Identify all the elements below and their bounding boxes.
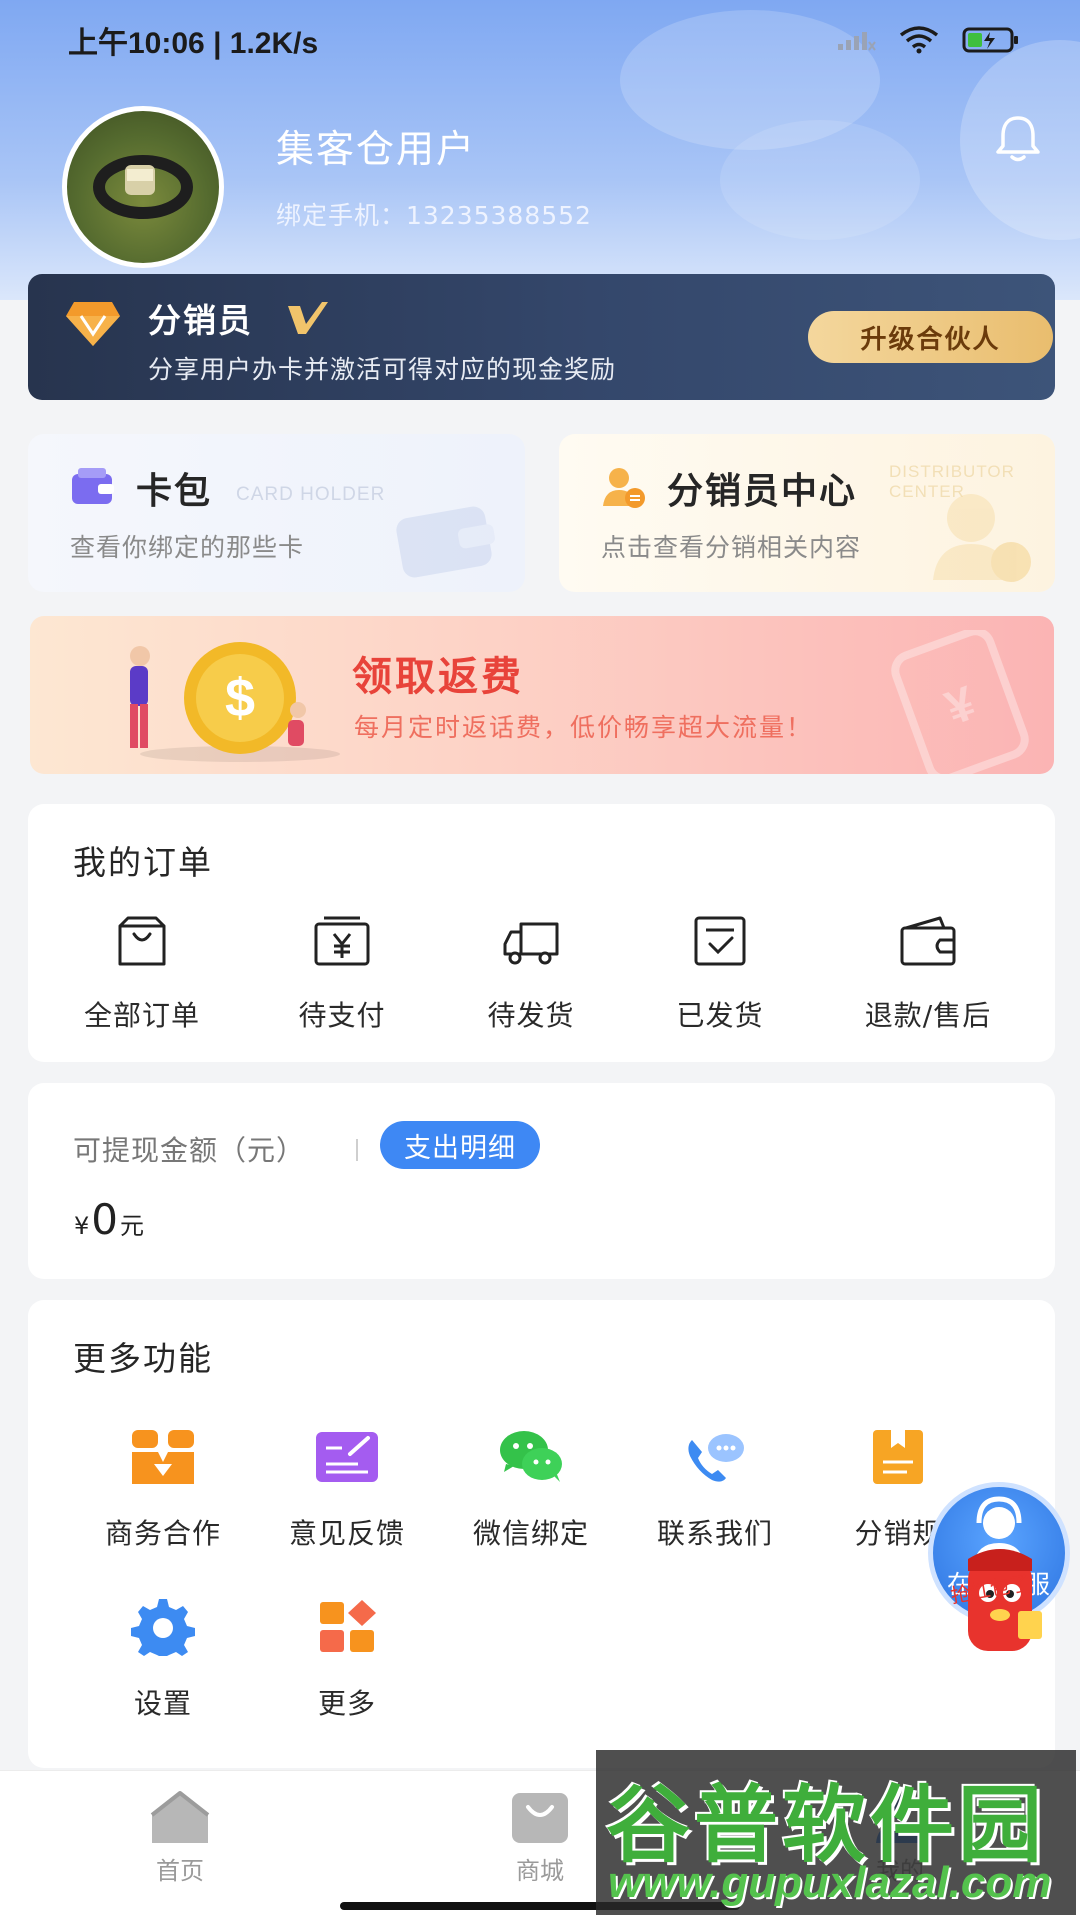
signal-icon: [838, 32, 876, 51]
withdrawable-balance-panel: 可提现金额（元） 支出明细 ¥0元: [28, 1083, 1055, 1279]
order-refund[interactable]: 退款/售后: [838, 916, 1018, 1034]
rebate-promo-banner[interactable]: $ 领取返费 每月定时返话费，低价畅享超大流量！ ¥: [30, 616, 1054, 774]
order-pending-payment[interactable]: 待支付: [252, 916, 432, 1034]
balance-label: 可提现金额（元）: [73, 1134, 306, 1167]
coin-illustration: $: [130, 642, 340, 762]
function-business-cooperation[interactable]: 商务合作: [78, 1428, 248, 1552]
user-badge-icon: [603, 468, 645, 508]
promo-description: 每月定时返话费，低价畅享超大流量！: [354, 713, 814, 742]
function-more[interactable]: 更多: [262, 1598, 432, 1722]
wallet-icon: [900, 916, 956, 966]
orders-title: 我的订单: [73, 843, 213, 882]
feedback-icon: [316, 1432, 378, 1482]
function-label: 意见反馈: [288, 1517, 405, 1550]
bound-phone: 绑定手机：13235388552: [276, 201, 592, 230]
currency-symbol: ¥: [74, 1212, 90, 1240]
home-icon: [150, 1791, 210, 1843]
upgrade-partner-button[interactable]: 升级合伙人: [808, 311, 1053, 363]
bag-icon: [118, 916, 166, 966]
username: 集客仓用户: [276, 127, 477, 171]
function-label: 设置: [133, 1687, 192, 1720]
shop-icon: [512, 1793, 568, 1843]
wallet-card-icon: [72, 468, 114, 504]
rules-icon: [873, 1430, 923, 1484]
more-functions-title: 更多功能: [73, 1339, 213, 1378]
red-packet-mascot-icon[interactable]: 抢红包了: [938, 1545, 1048, 1663]
order-label: 待支付: [298, 999, 386, 1032]
divider: [356, 1139, 358, 1161]
function-label: 联系我们: [656, 1517, 773, 1550]
tab-home[interactable]: 首页: [100, 1789, 260, 1886]
function-feedback[interactable]: 意见反馈: [262, 1428, 432, 1552]
card-holder-title: 卡包: [136, 471, 213, 512]
distributor-description: 分享用户办卡并激活可得对应的现金奖励: [148, 355, 617, 384]
distributor-banner[interactable]: 分销员 分享用户办卡并激活可得对应的现金奖励 升级合伙人: [28, 274, 1055, 400]
truck-icon: [503, 922, 559, 965]
v-badge-icon: [288, 302, 328, 334]
distributor-title: 分销员: [148, 301, 253, 340]
card-holder-description: 查看你绑定的那些卡: [70, 533, 305, 562]
svg-text:¥: ¥: [939, 677, 982, 736]
user-watermark-icon: [933, 494, 1031, 582]
svg-text:$: $: [225, 668, 255, 728]
site-watermark: 谷普软件园 www.gupuxlazal.com: [596, 1750, 1076, 1915]
status-time: 上午10:06 | 1.2K/s: [68, 27, 319, 60]
bell-icon[interactable]: [994, 112, 1042, 164]
status-bar: 上午10:06 | 1.2K/s: [0, 0, 1080, 80]
function-label: 微信绑定: [472, 1517, 589, 1550]
order-shipped[interactable]: 已发货: [630, 916, 810, 1034]
distributor-center-tile[interactable]: 分销员中心 DISTRIBUTOR CENTER 点击查看分销相关内容: [559, 434, 1055, 592]
function-settings[interactable]: 设置: [78, 1598, 248, 1722]
cooperation-icon: [132, 1430, 194, 1484]
function-label: 商务合作: [104, 1517, 221, 1550]
card-holder-subtitle: CARD HOLDER: [236, 484, 386, 505]
more-functions-panel: 更多功能 商务合作 意见反馈 微信绑定 联系我们 分销规 设置 更多: [28, 1300, 1055, 1768]
payment-icon: [314, 916, 370, 966]
function-label: 更多: [317, 1687, 376, 1720]
function-contact-us[interactable]: 联系我们: [630, 1428, 800, 1552]
watermark-url: www.gupuxlazal.com: [608, 1858, 1052, 1907]
promo-title: 领取返费: [352, 654, 524, 700]
amount-unit: 元: [120, 1212, 145, 1240]
order-all[interactable]: 全部订单: [52, 916, 232, 1034]
card-holder-tile[interactable]: 卡包 CARD HOLDER 查看你绑定的那些卡: [28, 434, 525, 592]
my-orders-panel: 我的订单 全部订单 待支付 待发货 已发货 退款/售后: [28, 804, 1055, 1062]
order-label: 待发货: [487, 999, 575, 1032]
wechat-icon: [500, 1431, 562, 1482]
expense-detail-button[interactable]: 支出明细: [380, 1121, 540, 1169]
balance-amount: ¥0元: [74, 1195, 144, 1244]
function-wechat-binding[interactable]: 微信绑定: [446, 1428, 616, 1552]
tab-label: 首页: [156, 1857, 204, 1885]
distributor-center-description: 点击查看分销相关内容: [601, 533, 862, 562]
phone-icon: [688, 1434, 744, 1482]
order-pending-shipment[interactable]: 待发货: [441, 916, 621, 1034]
settings-icon: [131, 1599, 195, 1656]
phone-yen-watermark-icon: ¥: [891, 630, 1029, 774]
battery-icon: [962, 27, 1018, 53]
order-label: 退款/售后: [864, 999, 992, 1032]
more-icon: [320, 1600, 376, 1652]
avatar[interactable]: [62, 106, 224, 268]
wifi-icon: [899, 26, 939, 54]
amount-value: 0: [91, 1195, 119, 1244]
avatar-photo: [93, 155, 193, 219]
order-label: 全部订单: [83, 999, 200, 1032]
order-label: 已发货: [676, 999, 764, 1032]
shipped-icon: [694, 916, 746, 966]
distributor-center-title: 分销员中心: [667, 471, 858, 512]
wallet-watermark-icon: [396, 506, 496, 578]
diamond-icon: [66, 302, 120, 346]
